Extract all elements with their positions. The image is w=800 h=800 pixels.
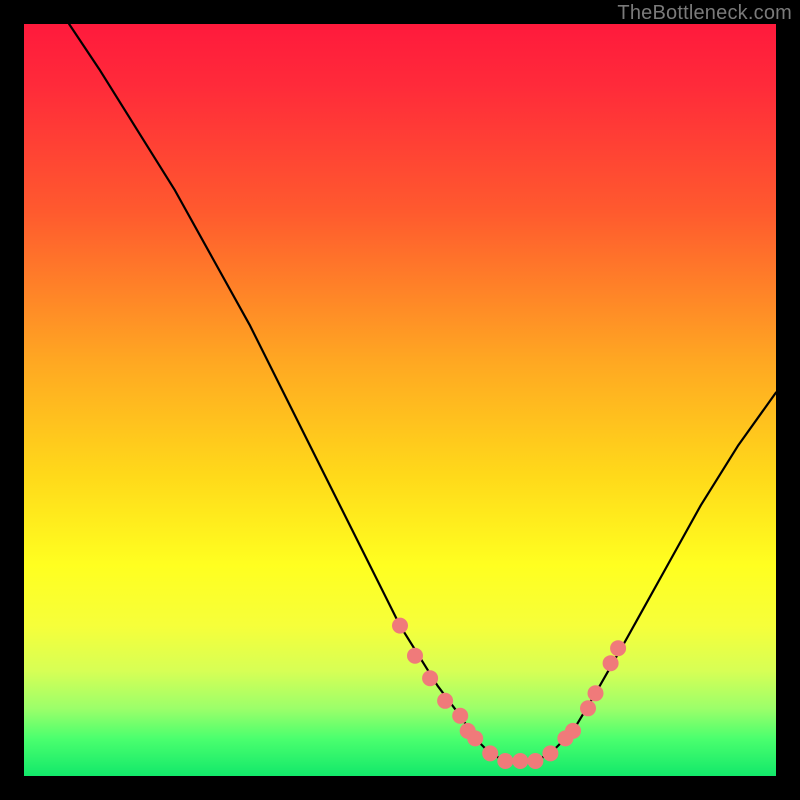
chart-gradient-background (24, 24, 776, 776)
watermark-text: TheBottleneck.com (617, 2, 792, 25)
chart-frame (24, 24, 776, 776)
